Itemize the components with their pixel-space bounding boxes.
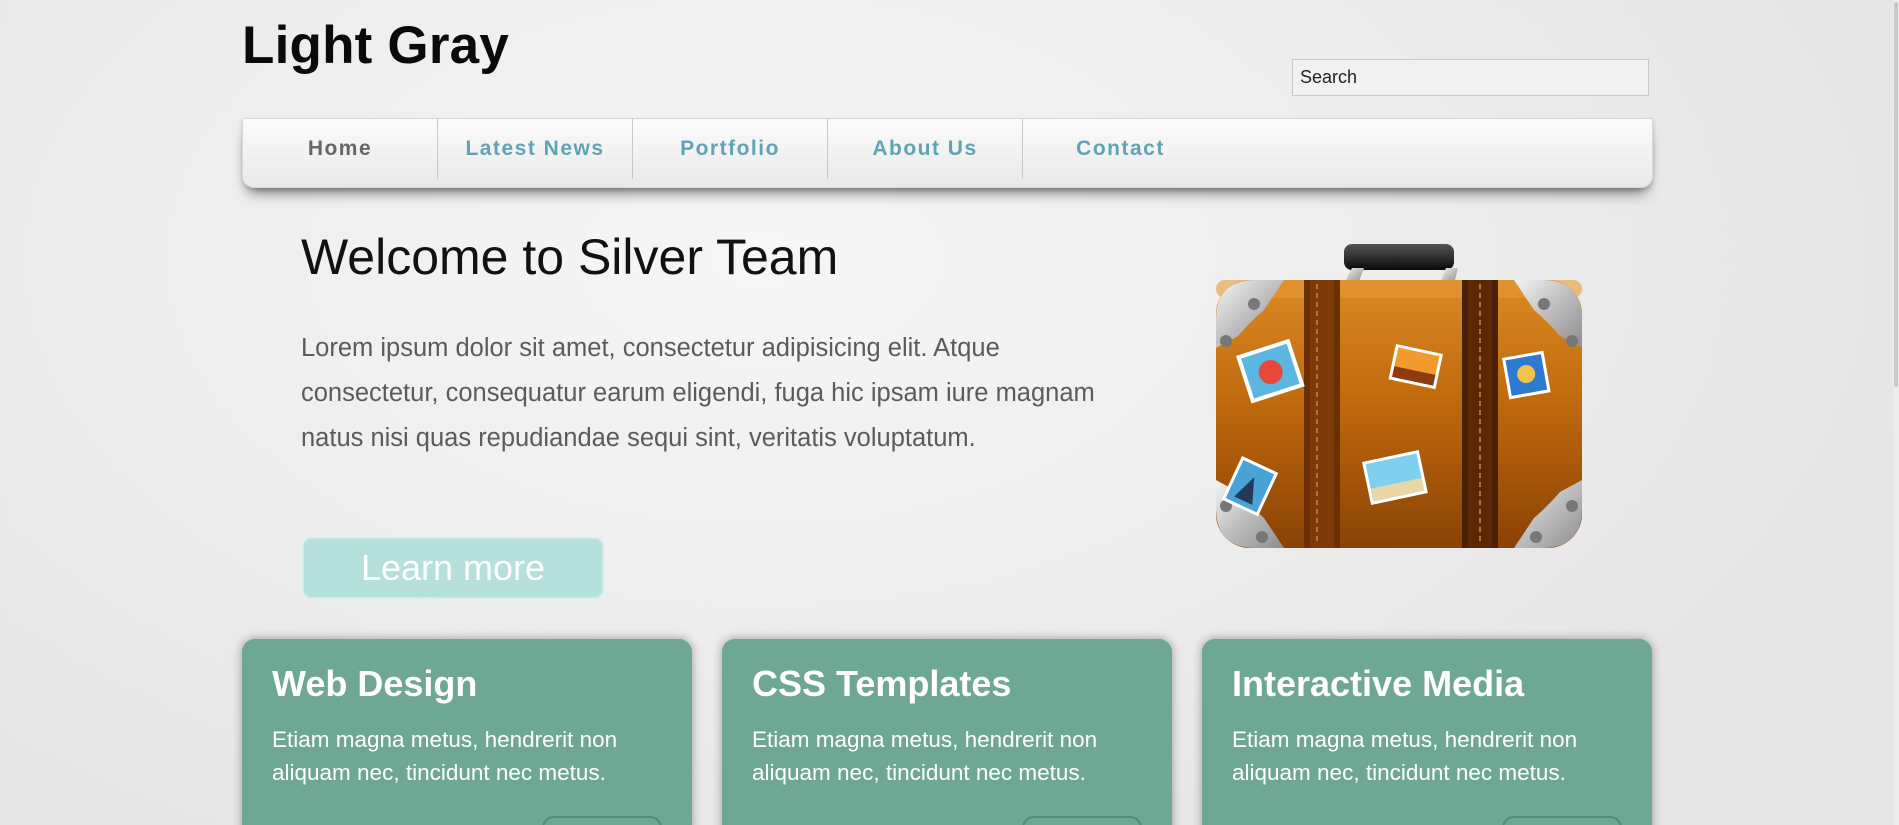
scrollbar-thumb[interactable] — [1894, 2, 1898, 387]
card-css-templates: CSS Templates Etiam magna metus, hendrer… — [722, 639, 1172, 825]
hero-text: Lorem ipsum dolor sit amet, consectetur … — [301, 334, 1095, 452]
card-web-design: Web Design Etiam magna metus, hendrerit … — [242, 639, 692, 825]
nav-item-portfolio[interactable]: Portfolio — [633, 119, 828, 179]
card-button[interactable] — [1502, 816, 1622, 825]
nav-item-contact[interactable]: Contact — [1023, 119, 1218, 179]
nav-item-latest-news[interactable]: Latest News — [438, 119, 633, 179]
card-text: Etiam magna metus, hendrerit non aliquam… — [752, 727, 1098, 785]
main-nav: Home Latest News Portfolio About Us Cont… — [242, 118, 1653, 188]
learn-more-button[interactable]: Learn more — [302, 537, 604, 599]
card-title: CSS Templates — [752, 663, 1012, 704]
hero-title: Welcome to Silver Team — [301, 229, 839, 285]
page-scrollbar[interactable] — [1893, 0, 1899, 825]
card-text: Etiam magna metus, hendrerit non aliquam… — [272, 727, 618, 785]
suitcase-icon — [1216, 244, 1582, 548]
nav-item-home[interactable]: Home — [243, 119, 438, 179]
site-title: Light Gray — [242, 16, 510, 75]
nav-item-about-us[interactable]: About Us — [828, 119, 1023, 179]
card-text: Etiam magna metus, hendrerit non aliquam… — [1232, 727, 1578, 785]
search-input[interactable] — [1292, 59, 1649, 96]
card-interactive-media: Interactive Media Etiam magna metus, hen… — [1202, 639, 1652, 825]
card-title: Interactive Media — [1232, 663, 1525, 704]
card-button[interactable] — [1022, 816, 1142, 825]
card-title: Web Design — [272, 663, 478, 704]
card-button[interactable] — [542, 816, 662, 825]
